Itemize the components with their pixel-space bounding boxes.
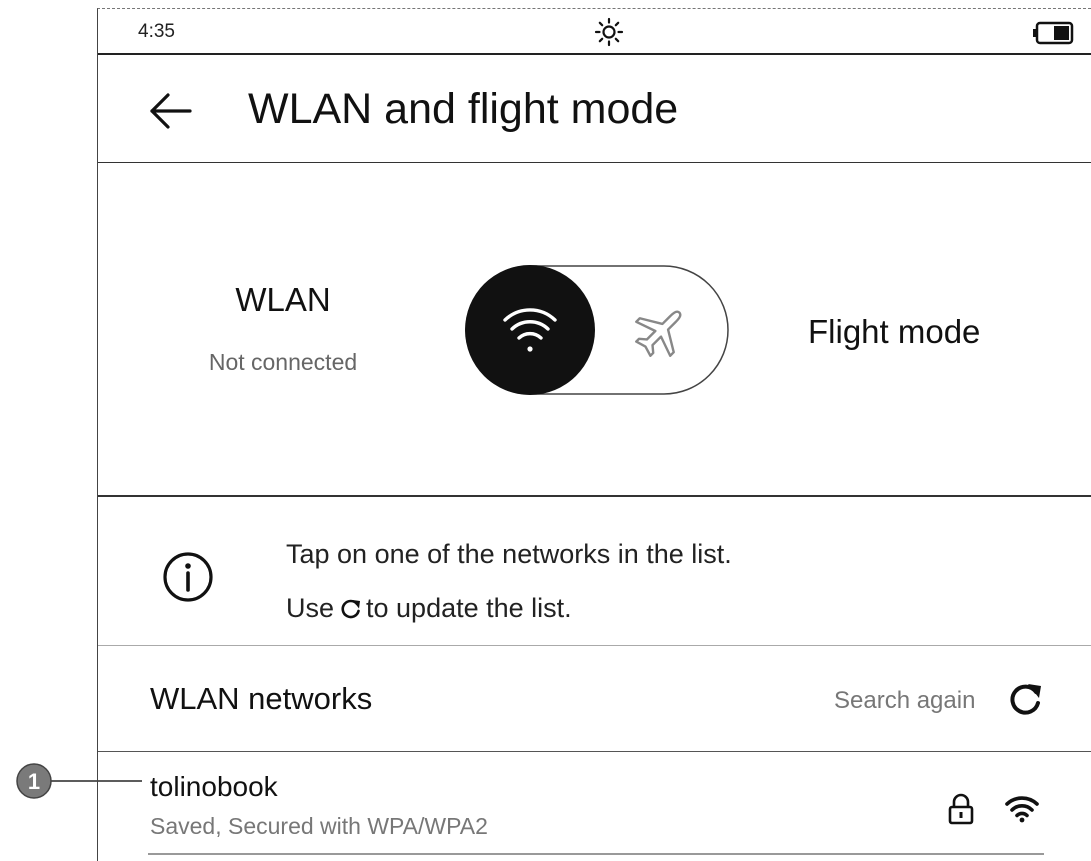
network-status: Saved, Secured with WPA/WPA2 [150,813,488,839]
refresh-icon [341,599,361,619]
flight-mode-label[interactable]: Flight mode [808,313,980,351]
page-header: WLAN and flight mode [98,55,1091,163]
lock-icon [948,793,974,825]
search-again-button[interactable]: Search again [834,687,975,715]
wlan-status: Not connected [208,349,358,375]
device-screen: 4:35 WLAN and flight mode WLAN Not conne… [97,8,1091,861]
mode-switch-section: WLAN Not connected Flight mode [98,163,1091,497]
info-text-line2: Use to update the list. [286,593,572,624]
networks-header: WLAN networks Search again [98,647,1091,752]
clock: 4:35 [138,21,175,42]
wlan-label[interactable]: WLAN [188,281,378,319]
info-prefix: Use [286,593,335,623]
divider [148,853,1044,855]
wifi-signal-icon [1005,796,1039,823]
battery-icon [1033,21,1074,45]
wlan-flight-toggle[interactable] [465,265,729,395]
info-icon [163,552,213,602]
info-section: Tap on one of the networks in the list. … [98,497,1091,646]
toggle-knob [465,265,595,395]
callout-number: 1 [28,769,40,794]
info-suffix: to update the list. [366,593,572,623]
callout-marker: 1 [16,763,142,799]
back-arrow-icon[interactable] [146,91,194,131]
sun-icon[interactable] [594,17,624,47]
status-bar: 4:35 [98,9,1091,55]
refresh-icon[interactable] [1006,681,1044,719]
networks-title: WLAN networks [150,681,373,716]
page-title: WLAN and flight mode [248,85,679,133]
network-item-tolinobook[interactable]: tolinobook Saved, Secured with WPA/WPA2 [98,753,1091,857]
network-name: tolinobook [150,771,278,802]
info-text-line1: Tap on one of the networks in the list. [286,539,732,569]
